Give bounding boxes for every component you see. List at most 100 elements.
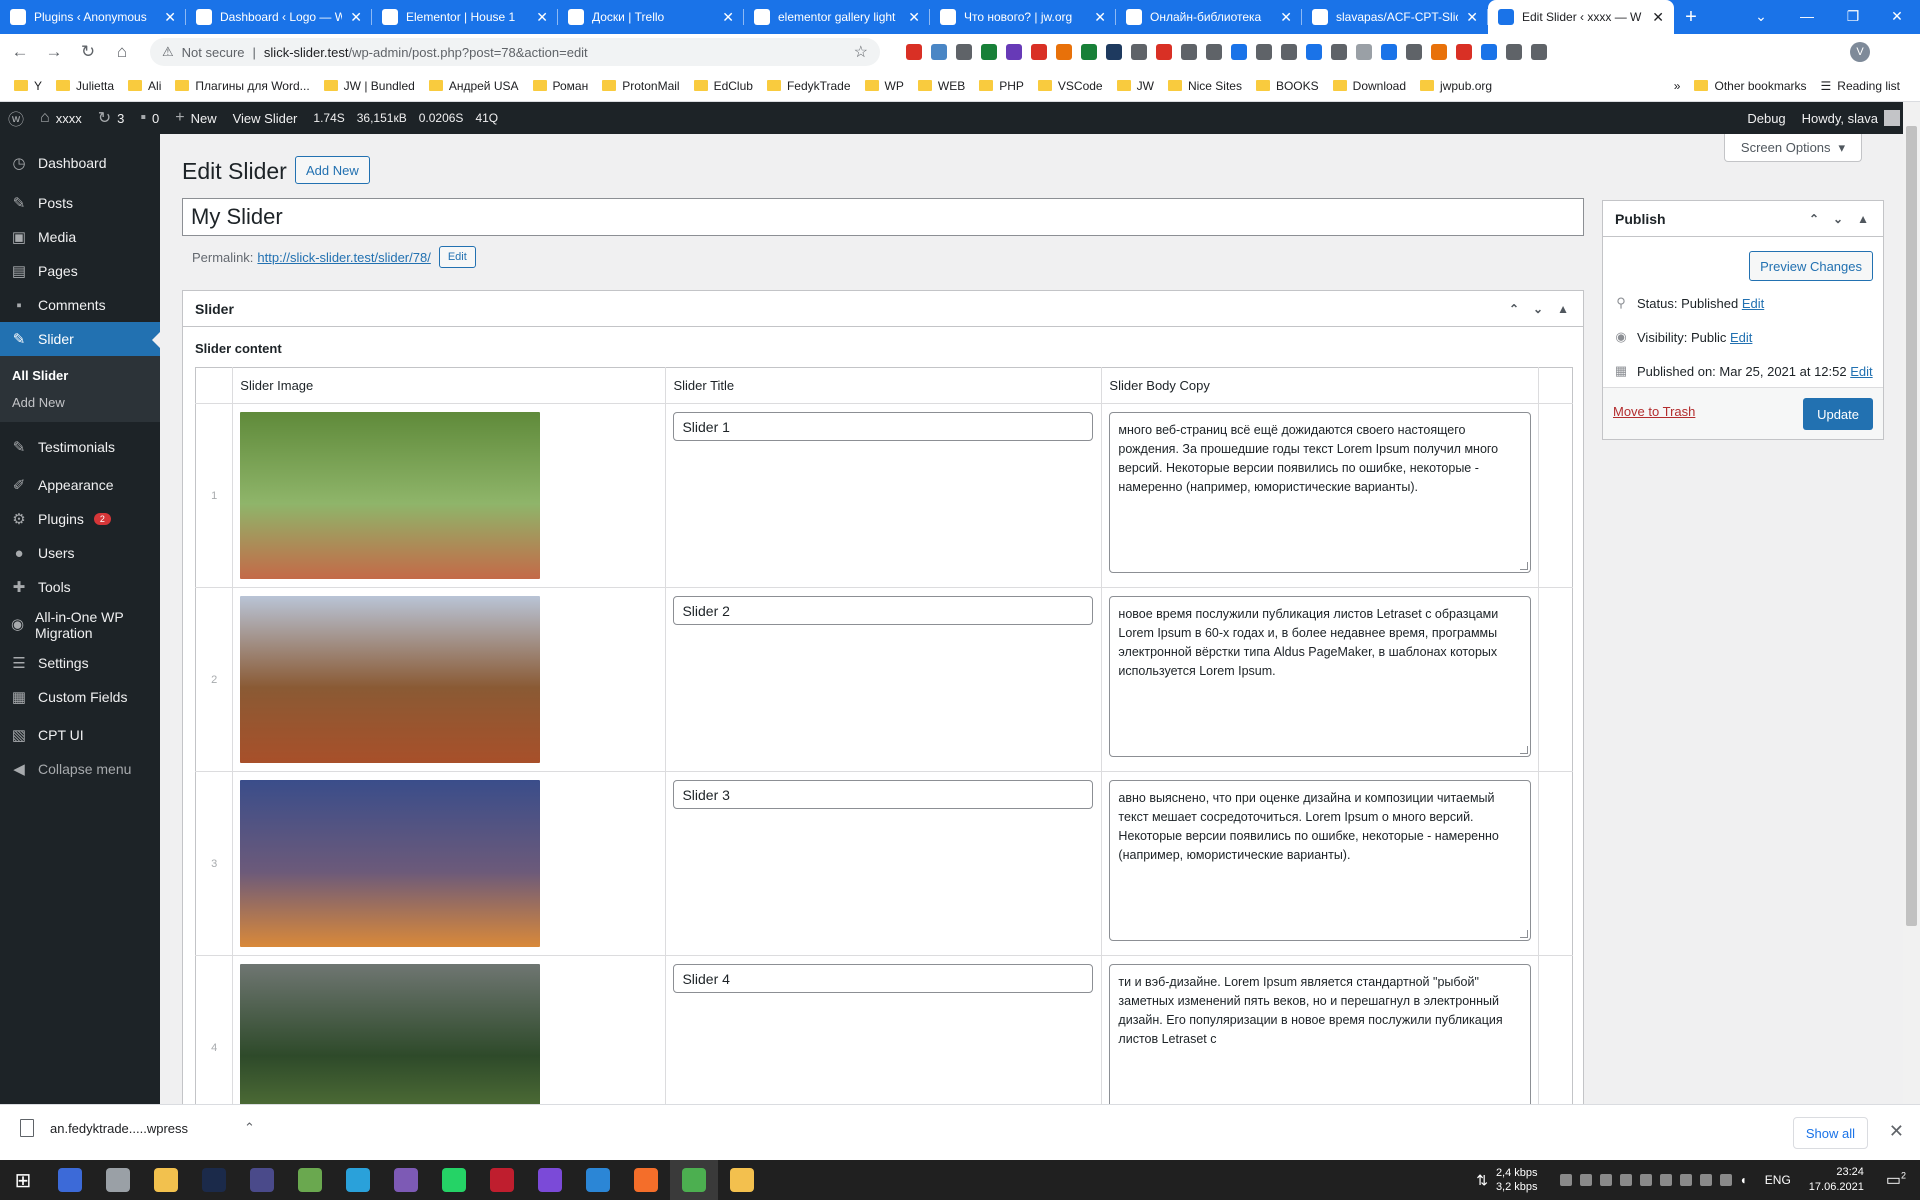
bookmark-item[interactable]: JW | Bundled: [323, 79, 415, 93]
bookmark-item[interactable]: WEB: [917, 79, 965, 93]
minimize-button[interactable]: —: [1784, 0, 1830, 32]
submenu-add-new[interactable]: Add New: [0, 389, 160, 416]
extension-icon[interactable]: [1156, 44, 1172, 60]
close-tab-icon[interactable]: ✕: [1652, 9, 1664, 26]
browser-tab[interactable]: slavapas/ACF-CPT-Slic ✕: [1302, 0, 1488, 34]
published-edit-link[interactable]: Edit: [1850, 364, 1872, 379]
phpstorm-icon[interactable]: [526, 1160, 574, 1200]
browser-tab[interactable]: Dashboard ‹ Logo — W ✕: [186, 0, 372, 34]
extension-icon[interactable]: [1081, 44, 1097, 60]
permalink-link[interactable]: http://slick-slider.test/slider/78/: [257, 250, 430, 265]
extension-icon[interactable]: [906, 44, 922, 60]
row-order-handle[interactable]: 4: [195, 955, 233, 1104]
toggle-panel-icon[interactable]: ▲: [1557, 302, 1569, 316]
telegram-icon[interactable]: [334, 1160, 382, 1200]
row-order-handle[interactable]: 2: [195, 587, 233, 772]
volume-icon[interactable]: ◖: [1740, 1173, 1747, 1187]
windows-start-icon[interactable]: ⊞: [0, 1160, 46, 1200]
extension-icon[interactable]: [1206, 44, 1222, 60]
bookmark-item[interactable]: FedykTrade: [766, 79, 851, 93]
profile-avatar[interactable]: V: [1850, 42, 1870, 62]
browser-tab[interactable]: Доски | Trello ✕: [558, 0, 744, 34]
back-icon[interactable]: ←: [10, 42, 30, 62]
slider-title-input[interactable]: Slider 1: [673, 412, 1094, 441]
permalink-edit-button[interactable]: Edit: [438, 246, 476, 268]
slider-image[interactable]: [240, 412, 541, 579]
status-edit-link[interactable]: Edit: [1742, 296, 1764, 311]
viber-icon[interactable]: [382, 1160, 430, 1200]
updates[interactable]: ↻ 3: [90, 102, 133, 134]
norton-icon[interactable]: [142, 1160, 190, 1200]
jw-icon[interactable]: [238, 1160, 286, 1200]
scrollbar-thumb[interactable]: [1906, 126, 1917, 926]
sidebar-item-all-in-one-wp-migration[interactable]: ◉ All-in-One WP Migration: [0, 604, 160, 646]
new-tab-button[interactable]: +: [1674, 0, 1708, 34]
sidebar-item-settings[interactable]: ☰ Settings: [0, 646, 160, 680]
close-tab-icon[interactable]: ✕: [536, 9, 548, 26]
new-content[interactable]: + New: [167, 102, 224, 134]
close-tab-icon[interactable]: ✕: [908, 9, 920, 26]
bookmark-star-icon[interactable]: ☆: [854, 42, 868, 62]
reading-list[interactable]: ☰ Reading list: [1821, 79, 1900, 93]
extension-icon[interactable]: [956, 44, 972, 60]
sidebar-item-slider[interactable]: ✎ Slider: [0, 322, 160, 356]
close-tab-icon[interactable]: ✕: [1280, 9, 1292, 26]
screen-options-button[interactable]: Screen Options ▾: [1724, 134, 1862, 162]
close-window-button[interactable]: ✕: [1874, 0, 1920, 32]
extension-icon[interactable]: [1456, 44, 1472, 60]
notification-icon[interactable]: ▭2: [1886, 1170, 1906, 1190]
bookmark-item[interactable]: EdClub: [693, 79, 753, 93]
bookmark-item[interactable]: Nice Sites: [1167, 79, 1242, 93]
filezilla-icon[interactable]: [478, 1160, 526, 1200]
bookmark-item[interactable]: JW: [1116, 79, 1154, 93]
add-new-button[interactable]: Add New: [295, 156, 370, 184]
vscode-icon[interactable]: [574, 1160, 622, 1200]
browser-tab[interactable]: Edit Slider ‹ xxxx — W ✕: [1488, 0, 1674, 34]
sidebar-item-testimonials[interactable]: ✎ Testimonials: [0, 430, 160, 464]
extension-icon[interactable]: [981, 44, 997, 60]
sidebar-item-media[interactable]: ▣ Media: [0, 220, 160, 254]
extension-icon[interactable]: [1406, 44, 1422, 60]
row-actions-cell[interactable]: [1538, 587, 1573, 772]
chevron-down-icon[interactable]: ⌄: [1533, 302, 1543, 316]
sidebar-item-dashboard[interactable]: ◷ Dashboard: [0, 146, 160, 180]
my-account[interactable]: Howdy, slava: [1794, 102, 1920, 134]
tray-app-icon[interactable]: [1659, 1174, 1672, 1186]
restore-button[interactable]: ❐: [1830, 0, 1876, 32]
reload-icon[interactable]: ↻: [78, 42, 98, 62]
clock[interactable]: 23:24 17.06.2021: [1809, 1165, 1864, 1195]
submenu-all-slider[interactable]: All Slider: [0, 362, 160, 389]
photoshop-icon[interactable]: [190, 1160, 238, 1200]
extension-icon[interactable]: [1056, 44, 1072, 60]
extension-icon[interactable]: [1431, 44, 1447, 60]
view-slider[interactable]: View Slider: [225, 102, 306, 134]
bookmark-item[interactable]: Ali: [128, 79, 161, 93]
bookmark-item[interactable]: Плагины для Word...: [175, 79, 310, 93]
slider-title-input[interactable]: Slider 3: [673, 780, 1094, 809]
extension-icon[interactable]: [1531, 44, 1547, 60]
row-actions-cell[interactable]: [1538, 403, 1573, 588]
save-icon[interactable]: [46, 1160, 94, 1200]
bookmark-item[interactable]: BOOKS: [1255, 79, 1319, 93]
slider-title-input[interactable]: Slider 2: [673, 596, 1094, 625]
image-icon[interactable]: [286, 1160, 334, 1200]
bookmark-item[interactable]: PHP: [979, 79, 1024, 93]
bookmark-item[interactable]: Андрей USA: [428, 79, 519, 93]
chevron-up-icon[interactable]: ⌃: [1809, 212, 1819, 226]
settings-icon[interactable]: [94, 1160, 142, 1200]
browser-tab[interactable]: Plugins ‹ Anonymous ✕: [0, 0, 186, 34]
bookmark-item[interactable]: Download: [1332, 79, 1406, 93]
extension-icon[interactable]: [1231, 44, 1247, 60]
firefox-icon[interactable]: [622, 1160, 670, 1200]
bookmark-item[interactable]: VSCode: [1037, 79, 1103, 93]
page-scrollbar[interactable]: [1903, 102, 1920, 1104]
extension-icon[interactable]: [1006, 44, 1022, 60]
language-indicator[interactable]: ENG: [1765, 1173, 1791, 1187]
tray-app-icon[interactable]: [1679, 1174, 1692, 1186]
tray-app-icon[interactable]: [1559, 1174, 1572, 1186]
explorer-icon[interactable]: [718, 1160, 766, 1200]
sidebar-item-posts[interactable]: ✎ Posts: [0, 186, 160, 220]
address-bar[interactable]: ⚠ Not secure | slick-slider.test/wp-admi…: [150, 38, 880, 66]
visibility-edit-link[interactable]: Edit: [1730, 330, 1752, 345]
browser-tab[interactable]: Elementor | House 1 ✕: [372, 0, 558, 34]
